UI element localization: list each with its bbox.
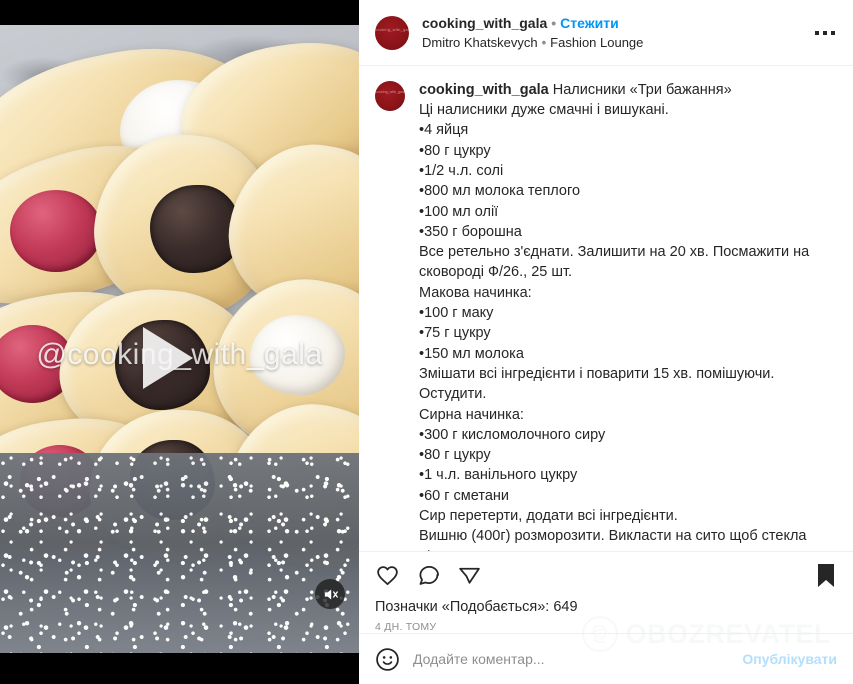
- curd-filling: [250, 315, 345, 395]
- avatar-label: cooking_with_gala: [375, 26, 409, 32]
- heart-icon[interactable]: [375, 563, 400, 588]
- header-separator: •: [551, 15, 557, 32]
- caption-body: Ці налисники дуже смачні і вишукані. •4 …: [419, 102, 810, 551]
- likes-count[interactable]: Позначки «Подобається»: 649: [359, 593, 853, 615]
- caption-avatar[interactable]: cooking_with_gala: [375, 80, 405, 111]
- powdered-sugar-surface: [0, 453, 359, 653]
- post-details-panel: cooking_with_gala cooking_with_gala • Стеж…: [359, 0, 853, 684]
- post-media-video[interactable]: @cooking_with_gala: [0, 0, 359, 684]
- caption-username[interactable]: cooking_with_gala: [419, 82, 549, 98]
- header-username[interactable]: cooking_with_gala: [422, 15, 547, 31]
- caption-area: cooking_with_gala cooking_with_gala Налис…: [359, 66, 853, 553]
- comment-input[interactable]: [413, 651, 733, 668]
- avatar[interactable]: cooking_with_gala: [375, 15, 409, 50]
- comment-bubble-icon[interactable]: [416, 563, 441, 588]
- play-icon[interactable]: [142, 327, 193, 389]
- dot: [815, 30, 819, 35]
- header-author[interactable]: Dmitro Khatskevych: [422, 35, 538, 50]
- header-subtitle: Dmitro Khatskevych • Fashion Lounge: [422, 34, 643, 52]
- header-text-block: cooking_with_gala • Стежити Dmitro Khatske…: [422, 14, 643, 51]
- post-header: cooking_with_gala cooking_with_gala • Стеж…: [359, 0, 853, 66]
- publish-comment-button[interactable]: Опублікувати: [742, 651, 837, 667]
- mute-toggle-button[interactable]: [315, 579, 345, 609]
- dot: [831, 30, 835, 35]
- video-frame: @cooking_with_gala: [0, 25, 359, 653]
- share-paper-plane-icon[interactable]: [457, 563, 482, 588]
- caption-text: cooking_with_gala Налисники «Три бажання»…: [419, 80, 837, 552]
- dot: [823, 30, 827, 35]
- header-location[interactable]: Fashion Lounge: [550, 35, 643, 50]
- instagram-post: @cooking_with_gala cooking_with_gala coo…: [0, 0, 853, 684]
- post-actions: [359, 552, 853, 593]
- emoji-smiley-icon[interactable]: [375, 647, 400, 672]
- more-options-icon[interactable]: [813, 25, 837, 41]
- bookmark-filled-icon[interactable]: [815, 562, 837, 589]
- header-username-row: cooking_with_gala • Стежити: [422, 14, 643, 33]
- avatar-label: cooking_with_gala: [375, 89, 405, 94]
- header-subtitle-separator: •: [541, 35, 547, 51]
- muted-speaker-icon: [324, 589, 338, 599]
- comment-bar: Опублікувати: [359, 633, 853, 684]
- caption-title: Налисники «Три бажання»: [552, 81, 732, 98]
- cherry-filling: [10, 190, 102, 272]
- follow-button[interactable]: Стежити: [560, 15, 619, 31]
- post-timestamp: 4 дн. тому: [375, 621, 437, 634]
